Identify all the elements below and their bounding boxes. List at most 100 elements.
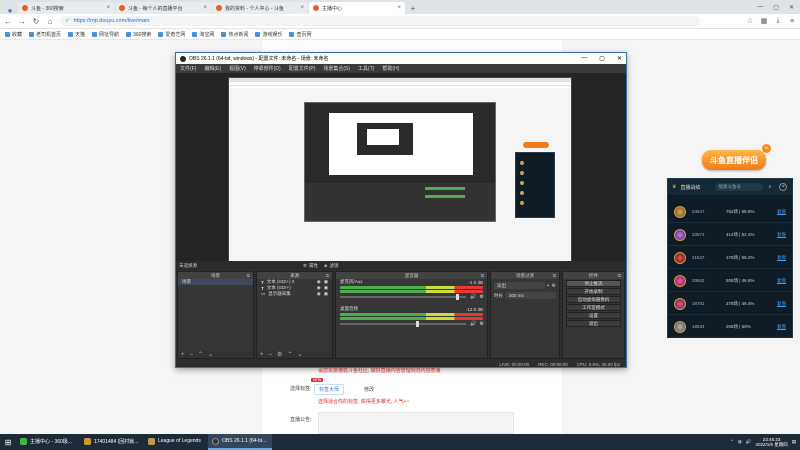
taskbar-app[interactable]: 主播中心 - 360极... xyxy=(16,434,80,450)
review-link[interactable]: 复盘 xyxy=(777,324,786,330)
remove-icon[interactable]: − xyxy=(269,352,273,358)
studio-mode-button[interactable]: 工作室模式 xyxy=(566,304,621,311)
taskbar-app-active[interactable]: OBS 26.1.1 (64-bi... xyxy=(208,434,272,450)
source-item[interactable]: ▭ 显示器采集 ◉ ▣ xyxy=(257,291,332,297)
dock-float-icon[interactable]: ⧉ xyxy=(618,273,621,278)
dock-float-icon[interactable]: ⧉ xyxy=(326,273,329,278)
taskbar-app[interactable]: League of Legends xyxy=(144,434,208,450)
duration-input[interactable]: 300 ms xyxy=(506,292,556,299)
dock-float-icon[interactable]: ⧉ xyxy=(553,273,556,278)
move-down-icon[interactable]: ⌄ xyxy=(297,351,302,358)
transition-select[interactable]: 淡出 xyxy=(494,282,545,289)
scene-item[interactable]: 场景 xyxy=(178,279,253,285)
close-icon[interactable]: × xyxy=(762,144,771,153)
clock[interactable]: 23:45:23 2022/1/6 星期四 xyxy=(755,437,787,447)
gear-icon[interactable]: ⚙ xyxy=(480,294,484,300)
volume-slider[interactable] xyxy=(340,321,467,327)
bookmark-item[interactable]: 老司机首页 xyxy=(29,31,61,38)
menu-icon[interactable]: ≡ xyxy=(788,17,796,25)
review-link[interactable]: 复盘 xyxy=(777,255,786,261)
bookmark-item[interactable]: 热点新闻 xyxy=(221,31,248,38)
bookmark-item[interactable]: 天猫 xyxy=(68,31,85,38)
bookmark-item[interactable]: 爱奇艺网 xyxy=(158,31,185,38)
volume-icon[interactable]: 🔊 xyxy=(746,439,752,445)
close-icon[interactable]: × xyxy=(300,5,304,11)
network-icon[interactable]: ◍ xyxy=(738,439,742,445)
douyu-companion-banner[interactable]: 斗鱼直播伴侣 xyxy=(702,150,766,170)
new-tab-button[interactable]: + xyxy=(409,4,417,13)
visibility-eye-icon[interactable]: ◉ xyxy=(317,291,321,297)
obs-menu-item[interactable]: 工具(T) xyxy=(358,65,374,72)
gear-icon[interactable]: ⚙ xyxy=(277,351,282,358)
minimize-icon[interactable]: — xyxy=(581,55,587,62)
move-up-icon[interactable]: ⌃ xyxy=(198,351,203,358)
remove-icon[interactable]: − xyxy=(190,352,194,358)
bookmark-item[interactable]: 网址导航 xyxy=(92,31,119,38)
address-bar[interactable]: ✓ https://mp.douyu.com/live/main xyxy=(60,16,700,26)
tag-edit-button[interactable]: 修改 xyxy=(360,385,378,394)
close-icon[interactable]: × xyxy=(397,5,401,11)
minimize-icon[interactable]: — xyxy=(757,4,763,11)
add-icon[interactable]: + xyxy=(547,283,550,289)
lock-icon[interactable]: ▣ xyxy=(324,291,328,297)
browser-tab[interactable]: 斗鱼 - 360搜索 × xyxy=(18,2,114,14)
notification-icon[interactable]: ▤ xyxy=(792,439,796,445)
search-icon[interactable]: ⌕ xyxy=(769,184,772,190)
maximize-icon[interactable]: ▢ xyxy=(599,55,605,62)
reload-icon[interactable]: ↻ xyxy=(32,17,40,26)
dock-float-icon[interactable]: ⧉ xyxy=(481,273,484,278)
close-icon[interactable]: × xyxy=(779,183,788,191)
home-icon[interactable]: ⌂ xyxy=(46,17,54,26)
speaker-icon[interactable]: 🔊 xyxy=(470,321,476,327)
dock-float-icon[interactable]: ⧉ xyxy=(247,273,250,278)
back-icon[interactable]: ← xyxy=(4,17,12,26)
filters-button[interactable]: ◈ 滤镜 xyxy=(324,263,338,269)
browser-tab[interactable]: 斗鱼 - 每个人的直播平台 × xyxy=(115,2,211,14)
download-icon[interactable]: ⤓ xyxy=(774,17,782,25)
close-icon[interactable]: × xyxy=(203,5,207,11)
obs-menu-item[interactable]: 编辑(E) xyxy=(204,65,221,72)
settings-button[interactable]: 设置 xyxy=(566,312,621,319)
maximize-icon[interactable]: ▢ xyxy=(773,4,779,11)
forward-icon[interactable]: → xyxy=(18,17,26,26)
announcement-input[interactable] xyxy=(318,412,514,434)
add-icon[interactable]: + xyxy=(260,352,264,358)
move-up-icon[interactable]: ⌃ xyxy=(287,351,292,358)
exit-button[interactable]: 退出 xyxy=(566,320,621,327)
browser-tab-active[interactable]: 主播中心 × xyxy=(309,2,405,14)
move-down-icon[interactable]: ⌄ xyxy=(208,351,213,358)
obs-menu-item[interactable]: 配置文件(P) xyxy=(289,65,316,72)
obs-menu-item[interactable]: 停靠部件(D) xyxy=(254,65,281,72)
bookmark-item[interactable]: 淘宝网 xyxy=(192,31,214,38)
volume-slider[interactable] xyxy=(340,294,467,300)
gear-icon[interactable]: ⚙ xyxy=(480,321,484,327)
bookmark-item[interactable]: 游戏娱乐 xyxy=(255,31,282,38)
obs-menu-item[interactable]: 场景集合(S) xyxy=(323,65,350,72)
gear-icon[interactable]: ⚙ xyxy=(552,283,556,289)
browser-tab[interactable]: 我的资料 - 个人中心 - 斗鱼 × xyxy=(212,2,308,14)
tag-master-button[interactable]: 标签大师 xyxy=(314,384,345,395)
stop-streaming-button[interactable]: 停止推流 xyxy=(566,280,621,287)
taskbar-app[interactable]: 17401484 (回村就... xyxy=(80,434,144,450)
bookmark-item[interactable]: 查页网 xyxy=(289,31,311,38)
speaker-icon[interactable]: 🔊 xyxy=(470,294,476,300)
review-link[interactable]: 复盘 xyxy=(777,209,786,215)
close-window-icon[interactable]: ✕ xyxy=(617,55,622,62)
bookmark-star-icon[interactable]: ☆ xyxy=(746,17,754,25)
close-icon[interactable]: × xyxy=(106,5,110,11)
start-recording-button[interactable]: 开始录制 xyxy=(566,288,621,295)
properties-button[interactable]: ⚙ 属性 xyxy=(303,263,318,269)
browser-logo-icon[interactable]: ● xyxy=(3,6,17,15)
windows-start-icon[interactable]: ⊞ xyxy=(0,434,16,450)
review-link[interactable]: 复盘 xyxy=(777,232,786,238)
virtual-camera-button[interactable]: 启动虚拟摄像机 xyxy=(566,296,621,303)
search-input[interactable]: 搜索斗鱼号 xyxy=(714,183,763,191)
add-icon[interactable]: + xyxy=(181,352,185,358)
bookmark-item[interactable]: 360搜索 xyxy=(126,31,151,38)
close-window-icon[interactable]: ✕ xyxy=(789,4,794,11)
review-link[interactable]: 复盘 xyxy=(777,301,786,307)
obs-menu-item[interactable]: 帮助(H) xyxy=(382,65,399,72)
obs-menu-item[interactable]: 视图(V) xyxy=(229,65,246,72)
tray-arrow-icon[interactable]: ⌃ xyxy=(730,439,734,445)
bookmark-item[interactable]: 收藏 xyxy=(5,31,22,38)
